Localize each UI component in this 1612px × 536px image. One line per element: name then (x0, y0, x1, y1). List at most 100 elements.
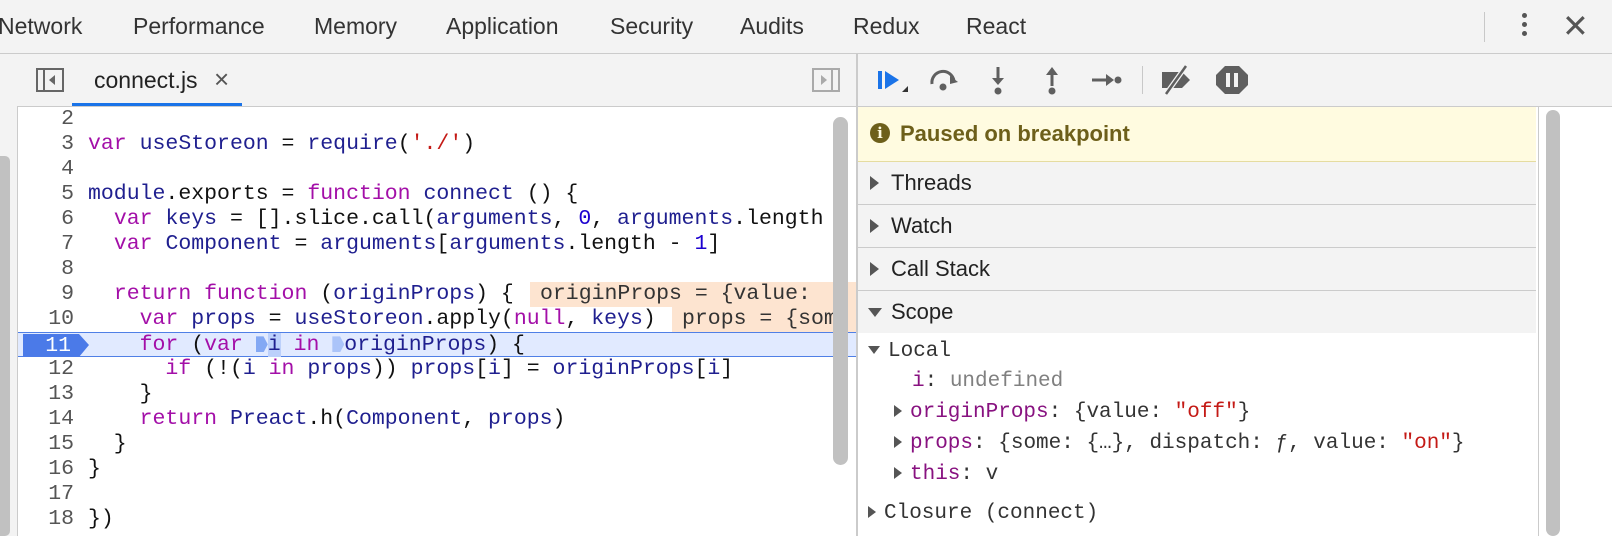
scope-tree: Local i: undefined originProps: {value: … (858, 333, 1536, 536)
scope-var-this[interactable]: this: v (894, 460, 998, 490)
code-text: var Component = arguments[arguments.leng… (113, 232, 721, 256)
code-text: for (var i in originProps) { (139, 333, 525, 357)
scope-closure[interactable]: Closure (connect) (868, 499, 1098, 529)
line-number[interactable]: 12 (18, 357, 74, 382)
expand-triangle-icon (894, 436, 902, 449)
scope-var-i: i: undefined (912, 370, 1064, 393)
line-number[interactable]: 8 (18, 257, 74, 282)
line-number[interactable]: 13 (18, 382, 74, 407)
paused-banner: i Paused on breakpoint (858, 107, 1536, 162)
line-number[interactable]: 6 (18, 207, 74, 232)
tab-redux[interactable]: Redux (853, 0, 919, 53)
scope-var-originProps[interactable]: originProps: {value: "off"} (894, 398, 1250, 428)
toggle-debugger-icon[interactable] (812, 68, 840, 92)
code-text: var props = useStoreon.apply(null, keys) (139, 307, 656, 331)
code-text: } (88, 382, 153, 406)
pause-on-exceptions-icon[interactable] (1214, 64, 1250, 96)
section-label: Watch (891, 213, 953, 238)
line-number[interactable]: 9 (18, 282, 74, 307)
inline-value-originProps: originProps = {value: (530, 282, 870, 307)
resume-icon[interactable] (872, 64, 908, 96)
code-line: 13 } (18, 382, 870, 407)
code-line: 9 return function (originProps) { originP… (18, 282, 870, 307)
line-number[interactable]: 10 (18, 307, 74, 332)
code-editor[interactable]: 2 3 var useStoreon = require('./') 4 5 mod… (18, 107, 870, 536)
tab-performance[interactable]: Performance (133, 0, 265, 53)
deactivate-breakpoints-icon[interactable] (1158, 64, 1194, 96)
line-number[interactable]: 4 (18, 157, 74, 182)
scope-var-props[interactable]: props: {some: {…}, dispatch: ƒ, value: "… (894, 429, 1465, 459)
line-number[interactable]: 15 (18, 432, 74, 457)
info-icon: i (870, 123, 890, 143)
expand-triangle-icon (870, 262, 879, 276)
expand-triangle-icon (894, 467, 902, 480)
expand-triangle-icon (870, 176, 879, 190)
devtools-panel-tabbar: Network Performance Memory Application S… (0, 0, 1612, 54)
code-line: 18}) (18, 507, 870, 532)
code-line: 5 module.exports = function connect () { (18, 182, 870, 207)
expand-triangle-icon (868, 506, 876, 519)
code-line: 8 (18, 257, 870, 282)
navigator-scrollbar[interactable] (0, 156, 10, 536)
tab-network[interactable]: Network (0, 0, 82, 53)
line-number[interactable]: 3 (18, 132, 74, 157)
code-line: 2 (18, 107, 870, 132)
more-options-icon[interactable] (1520, 13, 1528, 41)
toolbar-separator (1142, 66, 1143, 94)
current-execution-line: 11 for (var i in originProps) { (18, 332, 870, 358)
editor-scrollbar[interactable] (833, 117, 848, 465)
sidebar-scrollbar[interactable] (1546, 110, 1560, 536)
code-text: return function (originProps) { (113, 282, 514, 306)
collapse-triangle-icon (868, 346, 880, 355)
scope-local[interactable]: Local (868, 337, 951, 367)
section-call-stack[interactable]: Call Stack (858, 248, 1536, 291)
expand-triangle-icon (894, 405, 902, 418)
section-threads[interactable]: Threads (858, 162, 1536, 205)
step-over-icon[interactable] (926, 64, 962, 96)
step-icon[interactable] (1088, 64, 1124, 96)
line-number[interactable]: 17 (18, 482, 74, 507)
toggle-navigator-icon[interactable] (36, 68, 64, 92)
tab-application[interactable]: Application (446, 0, 559, 53)
code-text: }) (88, 507, 114, 531)
section-watch[interactable]: Watch (858, 205, 1536, 248)
step-out-icon[interactable] (1034, 64, 1070, 96)
close-devtools-icon[interactable]: ✕ (1562, 8, 1589, 44)
close-tab-icon[interactable]: × (214, 64, 229, 95)
debugger-toolbar (858, 54, 1612, 107)
code-text: module.exports = function connect () { (88, 182, 579, 206)
line-number[interactable]: 7 (18, 232, 74, 257)
tab-audits[interactable]: Audits (740, 0, 804, 53)
code-line: 14 return Preact.h(Component, props) (18, 407, 870, 432)
expand-triangle-icon (870, 219, 879, 233)
line-number[interactable]: 5 (18, 182, 74, 207)
code-text: var keys = [].slice.call(arguments, 0, a… (113, 207, 824, 231)
line-number[interactable]: 16 (18, 457, 74, 482)
navigator-collapsed-strip (0, 106, 18, 536)
code-line: 15 } (18, 432, 870, 457)
code-line: 7 var Component = arguments[arguments.le… (18, 232, 870, 257)
inline-breakpoint-icon[interactable] (332, 336, 345, 353)
line-number[interactable]: 14 (18, 407, 74, 432)
line-number[interactable]: 18 (18, 507, 74, 532)
code-text: if (!(i in props)) props[i] = originProp… (165, 357, 734, 381)
step-into-icon[interactable] (980, 64, 1016, 96)
code-line: 12 if (!(i in props)) props[i] = originP… (18, 357, 870, 382)
code-text: } (88, 457, 101, 481)
section-scope[interactable]: Scope (858, 291, 1536, 334)
code-text: } (88, 432, 127, 456)
section-label: Call Stack (891, 256, 991, 281)
line-number[interactable]: 2 (18, 107, 74, 132)
section-label: Scope (891, 299, 954, 324)
code-line: 17 (18, 482, 870, 507)
file-tab-connect-js[interactable]: connect.js × (72, 54, 242, 106)
file-tab-label: connect.js (94, 67, 198, 93)
inline-breakpoint-icon[interactable] (255, 336, 268, 353)
breakpoint-marker[interactable]: 11 (23, 334, 89, 358)
tab-memory[interactable]: Memory (314, 0, 397, 53)
code-line: 4 (18, 157, 870, 182)
tab-security[interactable]: Security (610, 0, 693, 53)
code-text: var useStoreon = require('./') (88, 132, 476, 156)
code-line: 6 var keys = [].slice.call(arguments, 0,… (18, 207, 870, 232)
tab-react[interactable]: React (966, 0, 1026, 53)
